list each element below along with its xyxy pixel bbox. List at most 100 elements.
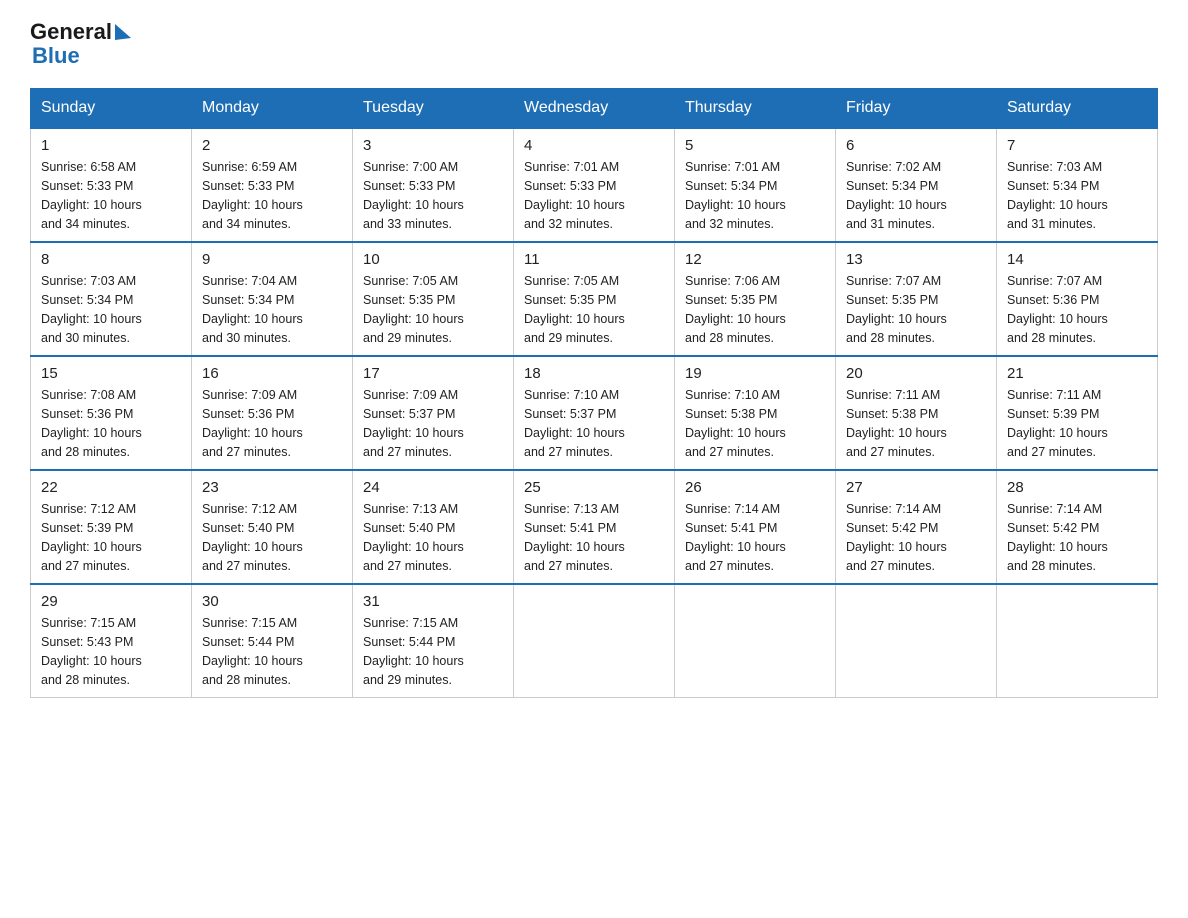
week-row-2: 8 Sunrise: 7:03 AMSunset: 5:34 PMDaylight…	[31, 242, 1158, 356]
weekday-header-tuesday: Tuesday	[353, 89, 514, 129]
day-info: Sunrise: 7:14 AMSunset: 5:42 PMDaylight:…	[1007, 502, 1108, 572]
calendar-cell: 7 Sunrise: 7:03 AMSunset: 5:34 PMDaylight…	[997, 128, 1158, 242]
day-info: Sunrise: 7:12 AMSunset: 5:40 PMDaylight:…	[202, 502, 303, 572]
day-number: 27	[846, 479, 986, 496]
calendar-cell: 19Sunrise: 7:10 AMSunset: 5:38 PMDayligh…	[675, 356, 836, 470]
day-number: 2	[202, 137, 342, 154]
calendar-cell: 14 Sunrise: 7:07 AMSunset: 5:36 PMDayligh…	[997, 242, 1158, 356]
calendar-cell: 23 Sunrise: 7:12 AMSunset: 5:40 PMDayligh…	[192, 470, 353, 584]
weekday-header-friday: Friday	[836, 89, 997, 129]
calendar-cell: 6Sunrise: 7:02 AMSunset: 5:34 PMDaylight…	[836, 128, 997, 242]
logo-general-text: General	[30, 20, 112, 44]
day-number: 1	[41, 137, 181, 154]
day-info: Sunrise: 7:10 AMSunset: 5:38 PMDaylight:…	[685, 388, 786, 458]
day-info: Sunrise: 7:08 AMSunset: 5:36 PMDaylight:…	[41, 388, 142, 458]
day-number: 3	[363, 137, 503, 154]
day-number: 14	[1007, 251, 1147, 268]
day-info: Sunrise: 7:04 AMSunset: 5:34 PMDaylight:…	[202, 274, 303, 344]
day-info: Sunrise: 7:11 AMSunset: 5:38 PMDaylight:…	[846, 388, 947, 458]
day-info: Sunrise: 6:58 AMSunset: 5:33 PMDaylight:…	[41, 160, 142, 230]
logo: General Blue	[30, 20, 131, 68]
day-info: Sunrise: 7:11 AMSunset: 5:39 PMDaylight:…	[1007, 388, 1108, 458]
calendar-cell: 11Sunrise: 7:05 AMSunset: 5:35 PMDayligh…	[514, 242, 675, 356]
calendar-cell: 5Sunrise: 7:01 AMSunset: 5:34 PMDaylight…	[675, 128, 836, 242]
day-number: 5	[685, 137, 825, 154]
calendar-cell: 1 Sunrise: 6:58 AMSunset: 5:33 PMDaylight…	[31, 128, 192, 242]
day-info: Sunrise: 7:13 AMSunset: 5:40 PMDaylight:…	[363, 502, 464, 572]
weekday-header-row: SundayMondayTuesdayWednesdayThursdayFrid…	[31, 89, 1158, 129]
day-number: 12	[685, 251, 825, 268]
day-info: Sunrise: 7:15 AMSunset: 5:44 PMDaylight:…	[363, 616, 464, 686]
day-info: Sunrise: 7:10 AMSunset: 5:37 PMDaylight:…	[524, 388, 625, 458]
week-row-5: 29 Sunrise: 7:15 AMSunset: 5:43 PMDayligh…	[31, 584, 1158, 698]
calendar-cell: 29 Sunrise: 7:15 AMSunset: 5:43 PMDayligh…	[31, 584, 192, 698]
day-number: 30	[202, 593, 342, 610]
weekday-header-thursday: Thursday	[675, 89, 836, 129]
day-number: 22	[41, 479, 181, 496]
calendar-cell: 8 Sunrise: 7:03 AMSunset: 5:34 PMDaylight…	[31, 242, 192, 356]
calendar-cell: 21 Sunrise: 7:11 AMSunset: 5:39 PMDayligh…	[997, 356, 1158, 470]
calendar-cell: 2 Sunrise: 6:59 AMSunset: 5:33 PMDaylight…	[192, 128, 353, 242]
week-row-3: 15 Sunrise: 7:08 AMSunset: 5:36 PMDayligh…	[31, 356, 1158, 470]
day-info: Sunrise: 7:03 AMSunset: 5:34 PMDaylight:…	[41, 274, 142, 344]
calendar-cell: 22 Sunrise: 7:12 AMSunset: 5:39 PMDayligh…	[31, 470, 192, 584]
calendar-table: SundayMondayTuesdayWednesdayThursdayFrid…	[30, 88, 1158, 698]
day-info: Sunrise: 7:12 AMSunset: 5:39 PMDaylight:…	[41, 502, 142, 572]
calendar-cell: 31 Sunrise: 7:15 AMSunset: 5:44 PMDayligh…	[353, 584, 514, 698]
day-number: 23	[202, 479, 342, 496]
day-number: 8	[41, 251, 181, 268]
day-number: 21	[1007, 365, 1147, 382]
day-info: Sunrise: 6:59 AMSunset: 5:33 PMDaylight:…	[202, 160, 303, 230]
day-number: 31	[363, 593, 503, 610]
day-number: 15	[41, 365, 181, 382]
logo-blue-text: Blue	[32, 44, 131, 68]
day-number: 4	[524, 137, 664, 154]
day-number: 24	[363, 479, 503, 496]
calendar-cell	[836, 584, 997, 698]
day-info: Sunrise: 7:07 AMSunset: 5:36 PMDaylight:…	[1007, 274, 1108, 344]
day-number: 20	[846, 365, 986, 382]
day-number: 25	[524, 479, 664, 496]
day-info: Sunrise: 7:00 AMSunset: 5:33 PMDaylight:…	[363, 160, 464, 230]
calendar-cell	[514, 584, 675, 698]
calendar-cell: 16 Sunrise: 7:09 AMSunset: 5:36 PMDayligh…	[192, 356, 353, 470]
day-number: 10	[363, 251, 503, 268]
day-info: Sunrise: 7:09 AMSunset: 5:36 PMDaylight:…	[202, 388, 303, 458]
day-info: Sunrise: 7:05 AMSunset: 5:35 PMDaylight:…	[363, 274, 464, 344]
day-info: Sunrise: 7:14 AMSunset: 5:41 PMDaylight:…	[685, 502, 786, 572]
calendar-cell: 30 Sunrise: 7:15 AMSunset: 5:44 PMDayligh…	[192, 584, 353, 698]
day-number: 17	[363, 365, 503, 382]
calendar-cell: 13 Sunrise: 7:07 AMSunset: 5:35 PMDayligh…	[836, 242, 997, 356]
day-info: Sunrise: 7:02 AMSunset: 5:34 PMDaylight:…	[846, 160, 947, 230]
calendar-cell	[997, 584, 1158, 698]
day-number: 29	[41, 593, 181, 610]
day-number: 13	[846, 251, 986, 268]
calendar-cell: 20 Sunrise: 7:11 AMSunset: 5:38 PMDayligh…	[836, 356, 997, 470]
day-info: Sunrise: 7:13 AMSunset: 5:41 PMDaylight:…	[524, 502, 625, 572]
calendar-cell: 25 Sunrise: 7:13 AMSunset: 5:41 PMDayligh…	[514, 470, 675, 584]
day-info: Sunrise: 7:09 AMSunset: 5:37 PMDaylight:…	[363, 388, 464, 458]
day-number: 26	[685, 479, 825, 496]
day-info: Sunrise: 7:15 AMSunset: 5:43 PMDaylight:…	[41, 616, 142, 686]
day-number: 16	[202, 365, 342, 382]
calendar-cell: 27 Sunrise: 7:14 AMSunset: 5:42 PMDayligh…	[836, 470, 997, 584]
week-row-1: 1 Sunrise: 6:58 AMSunset: 5:33 PMDaylight…	[31, 128, 1158, 242]
day-number: 9	[202, 251, 342, 268]
day-info: Sunrise: 7:14 AMSunset: 5:42 PMDaylight:…	[846, 502, 947, 572]
day-info: Sunrise: 7:15 AMSunset: 5:44 PMDaylight:…	[202, 616, 303, 686]
calendar-cell: 24 Sunrise: 7:13 AMSunset: 5:40 PMDayligh…	[353, 470, 514, 584]
calendar-cell	[675, 584, 836, 698]
week-row-4: 22 Sunrise: 7:12 AMSunset: 5:39 PMDayligh…	[31, 470, 1158, 584]
day-info: Sunrise: 7:07 AMSunset: 5:35 PMDaylight:…	[846, 274, 947, 344]
day-info: Sunrise: 7:05 AMSunset: 5:35 PMDaylight:…	[524, 274, 625, 344]
calendar-cell: 4 Sunrise: 7:01 AMSunset: 5:33 PMDaylight…	[514, 128, 675, 242]
day-info: Sunrise: 7:06 AMSunset: 5:35 PMDaylight:…	[685, 274, 786, 344]
page-header: General Blue	[30, 20, 1158, 68]
weekday-header-wednesday: Wednesday	[514, 89, 675, 129]
day-number: 18	[524, 365, 664, 382]
day-info: Sunrise: 7:01 AMSunset: 5:33 PMDaylight:…	[524, 160, 625, 230]
day-info: Sunrise: 7:03 AMSunset: 5:34 PMDaylight:…	[1007, 160, 1108, 230]
calendar-cell: 18 Sunrise: 7:10 AMSunset: 5:37 PMDayligh…	[514, 356, 675, 470]
calendar-cell: 3 Sunrise: 7:00 AMSunset: 5:33 PMDaylight…	[353, 128, 514, 242]
day-number: 7	[1007, 137, 1147, 154]
